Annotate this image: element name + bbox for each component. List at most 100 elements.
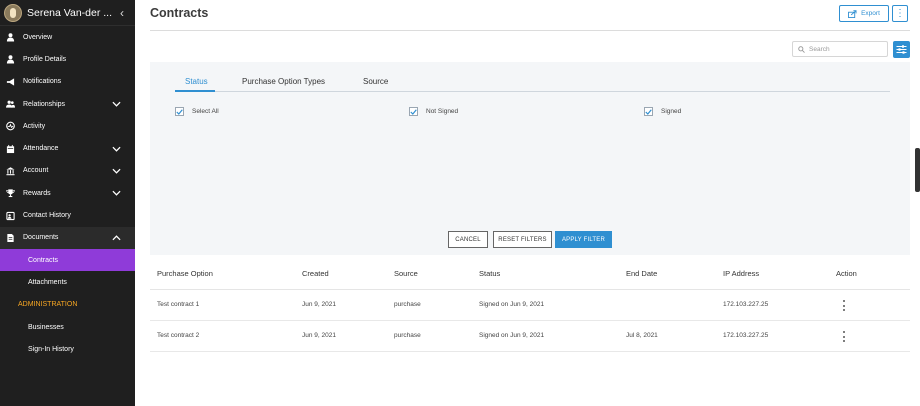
kebab-icon: ⋮ xyxy=(895,7,905,19)
row-actions-button[interactable] xyxy=(842,331,846,342)
column-header: Action xyxy=(836,269,857,278)
sidebar-item-label: Profile Details xyxy=(23,55,67,63)
person-icon xyxy=(6,55,15,64)
checkbox-label: Signed xyxy=(661,108,682,115)
cell-created: Jun 9, 2021 xyxy=(302,301,336,308)
sidebar-item-label: Overview xyxy=(23,33,53,41)
active-tab-indicator xyxy=(175,90,215,92)
export-label: Export xyxy=(861,10,880,17)
sidebar-item-activity[interactable]: Activity xyxy=(0,115,135,137)
trophy-icon xyxy=(6,189,15,198)
check-icon xyxy=(176,108,183,115)
sidebar-item-label: Account xyxy=(23,167,49,175)
chevron-down-icon[interactable] xyxy=(112,189,121,198)
table-row[interactable]: Test contract 1 Jun 9, 2021 purchase Sig… xyxy=(150,290,910,321)
checkbox[interactable] xyxy=(644,107,653,116)
sidebar-item-label: Attendance xyxy=(23,145,59,153)
sidebar-section-administration: ADMINISTRATION xyxy=(18,301,78,309)
sidebar-item-attachments[interactable]: Attachments xyxy=(0,271,135,294)
column-header[interactable]: IP Address xyxy=(723,269,759,278)
sidebar-item-contracts[interactable]: Contracts xyxy=(0,248,135,272)
checkbox-select-all[interactable]: Select All xyxy=(175,107,219,116)
sidebar-item-label: Contact History xyxy=(23,212,71,220)
sidebar-item-attendance[interactable]: Attendance xyxy=(0,137,135,159)
filter-panel: Status Purchase Option Types Source Sele… xyxy=(150,62,910,255)
chevron-down-icon[interactable] xyxy=(112,144,121,153)
table-row[interactable]: Test contract 2 Jun 9, 2021 purchase Sig… xyxy=(150,321,910,352)
sidebar-item-account[interactable]: Account xyxy=(0,160,135,182)
megaphone-icon xyxy=(6,78,15,86)
column-header[interactable]: Status xyxy=(479,269,500,278)
main-content: Contracts Export ⋮ Search Status Purchas… xyxy=(135,0,920,406)
sidebar-item-label: Documents xyxy=(23,234,59,242)
column-header[interactable]: End Date xyxy=(626,269,657,278)
checkbox-not-signed[interactable]: Not Signed xyxy=(409,107,458,116)
checkbox[interactable] xyxy=(175,107,184,116)
people-icon xyxy=(6,100,15,108)
page-title: Contracts xyxy=(150,6,209,20)
cell-source: purchase xyxy=(394,332,421,339)
checkbox-label: Select All xyxy=(192,108,219,115)
sidebar-item-profile-details[interactable]: Profile Details xyxy=(0,48,135,70)
checkbox-signed[interactable]: Signed xyxy=(644,107,681,116)
column-header[interactable]: Created xyxy=(302,269,329,278)
sidebar: Serena Van-der ... ‹ Overview Profile De… xyxy=(0,0,135,406)
sidebar-item-sign-in-history[interactable]: Sign-In History xyxy=(0,338,135,361)
cell-status: Signed on Jun 9, 2021 xyxy=(479,332,545,339)
check-icon xyxy=(410,108,417,115)
checkbox[interactable] xyxy=(409,107,418,116)
sidebar-item-relationships[interactable]: Relationships xyxy=(0,93,135,115)
sidebar-item-label: Rewards xyxy=(23,189,51,197)
search-input[interactable]: Search xyxy=(792,41,888,57)
search-icon xyxy=(798,45,805,53)
contact-icon xyxy=(6,211,15,220)
app-root: Serena Van-der ... ‹ Overview Profile De… xyxy=(0,0,920,406)
avatar[interactable] xyxy=(4,3,22,22)
document-icon xyxy=(7,233,14,242)
sliders-icon xyxy=(896,45,907,54)
export-icon xyxy=(848,9,857,18)
sidebar-item-notifications[interactable]: Notifications xyxy=(0,71,135,93)
side-scroll-handle[interactable] xyxy=(915,148,920,192)
more-options-button[interactable]: ⋮ xyxy=(892,5,908,22)
activity-icon xyxy=(6,122,15,131)
sidebar-item-label: Activity xyxy=(23,122,46,130)
filter-toggle-button[interactable] xyxy=(893,41,910,58)
sidebar-header: Serena Van-der ... ‹ xyxy=(0,0,135,26)
tab-source[interactable]: Source xyxy=(363,77,388,86)
apply-filter-button[interactable]: APPLY FILTER xyxy=(555,231,612,248)
contracts-table: Purchase Option Created Source Status En… xyxy=(150,260,910,352)
column-header[interactable]: Source xyxy=(394,269,418,278)
reset-filters-button[interactable]: RESET FILTERS xyxy=(493,231,552,248)
cell-purchase-option: Test contract 2 xyxy=(157,332,200,339)
cell-end-date: Jul 8, 2021 xyxy=(626,332,658,339)
column-header[interactable]: Purchase Option xyxy=(157,269,213,278)
cell-status: Signed on Jun 9, 2021 xyxy=(479,301,545,308)
search-placeholder: Search xyxy=(809,45,830,53)
export-button[interactable]: Export xyxy=(839,5,889,22)
check-icon xyxy=(645,108,652,115)
tab-purchase-option-types[interactable]: Purchase Option Types xyxy=(242,77,325,86)
bank-icon xyxy=(6,167,15,176)
chevron-down-icon[interactable] xyxy=(112,100,121,109)
sidebar-item-contact-history[interactable]: Contact History xyxy=(0,204,135,226)
tab-status[interactable]: Status xyxy=(185,77,208,86)
cell-source: purchase xyxy=(394,301,421,308)
user-name: Serena Van-der ... xyxy=(27,6,113,19)
cell-purchase-option: Test contract 1 xyxy=(157,301,200,308)
collapse-sidebar-icon[interactable]: ‹ xyxy=(120,6,124,20)
cell-ip-address: 172.103.227.25 xyxy=(723,301,769,308)
filter-tabs: Status Purchase Option Types Source xyxy=(175,74,890,92)
cell-created: Jun 9, 2021 xyxy=(302,332,336,339)
calendar-icon xyxy=(6,144,15,153)
sidebar-item-rewards[interactable]: Rewards xyxy=(0,182,135,204)
sidebar-item-label: Notifications xyxy=(23,78,62,86)
chevron-up-icon[interactable] xyxy=(112,233,121,242)
chevron-down-icon[interactable] xyxy=(112,166,121,175)
cancel-button[interactable]: CANCEL xyxy=(448,231,488,248)
sidebar-item-documents[interactable]: Documents xyxy=(0,226,135,249)
sidebar-item-businesses[interactable]: Businesses xyxy=(0,316,135,339)
row-actions-button[interactable] xyxy=(842,300,846,311)
header-divider xyxy=(150,30,910,31)
sidebar-item-overview[interactable]: Overview xyxy=(0,26,135,48)
